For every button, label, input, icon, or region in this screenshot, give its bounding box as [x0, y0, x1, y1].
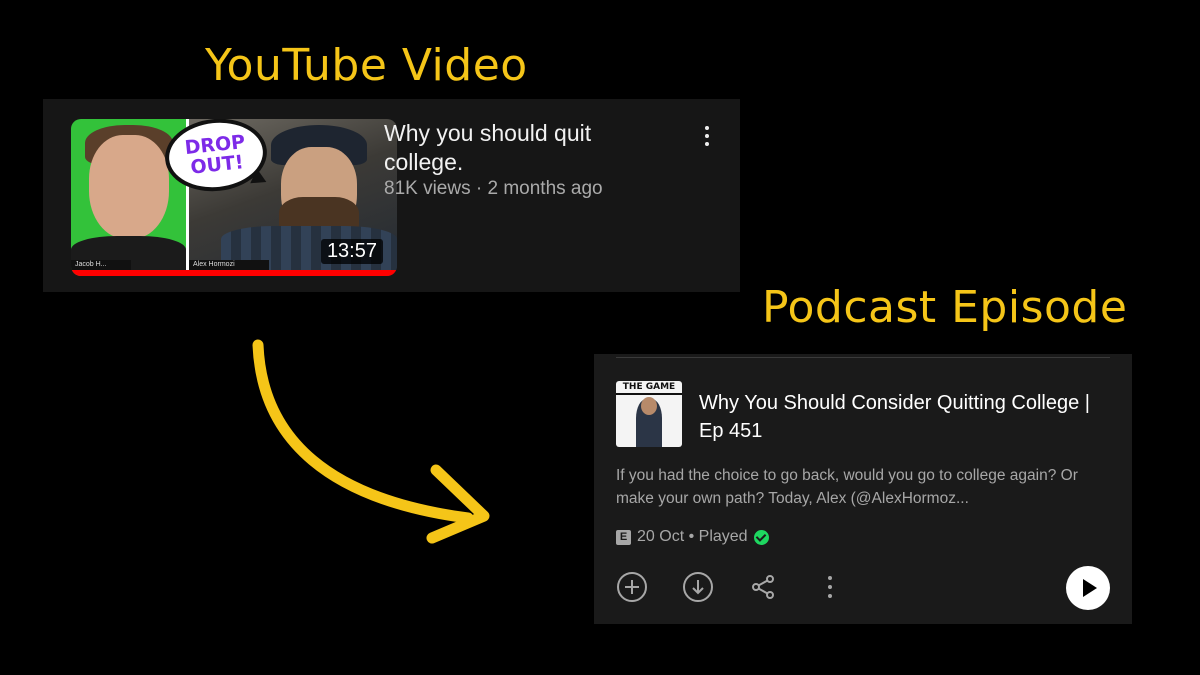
speech-bubble-text: DROP OUT!: [183, 130, 247, 179]
name-strip-left: Jacob H...: [71, 260, 131, 270]
add-icon[interactable]: [616, 571, 648, 603]
meta-separator: •: [684, 528, 699, 545]
download-icon[interactable]: [682, 571, 714, 603]
more-options-icon[interactable]: [697, 123, 717, 151]
video-duration: 13:57: [320, 239, 383, 264]
youtube-heading: YouTube Video: [205, 40, 528, 91]
podcast-cover-art[interactable]: THE GAME: [616, 381, 682, 447]
more-icon[interactable]: [820, 574, 840, 600]
video-thumbnail[interactable]: Jacob H... Alex Hormozi DROP OUT! 13:57: [71, 119, 397, 276]
played-check-icon: [753, 529, 769, 545]
explicit-badge: E: [616, 529, 631, 545]
share-icon[interactable]: [750, 574, 776, 600]
played-status: Played: [698, 528, 748, 545]
watch-progress-bar: [71, 270, 397, 276]
person-left-image: [89, 135, 169, 239]
podcast-episode-card[interactable]: THE GAME Why You Should Consider Quittin…: [594, 354, 1132, 624]
episode-description: If you had the choice to go back, would …: [616, 467, 1078, 507]
cover-art-title: THE GAME: [616, 382, 682, 395]
video-title[interactable]: Why you should quit college.: [384, 119, 654, 177]
podcast-heading: Podcast Episode: [762, 282, 1128, 333]
play-icon[interactable]: [1066, 566, 1110, 610]
divider: [616, 357, 1110, 358]
episode-date: 20 Oct: [637, 528, 685, 545]
name-strip-right: Alex Hormozi: [189, 260, 269, 270]
video-meta: 81K views · 2 months ago: [384, 178, 603, 199]
episode-meta: E 20 Oct • Played: [616, 528, 769, 546]
youtube-video-card[interactable]: Jacob H... Alex Hormozi DROP OUT! 13:57 …: [43, 99, 740, 292]
episode-title[interactable]: Why You Should Consider Quitting College…: [699, 389, 1099, 445]
